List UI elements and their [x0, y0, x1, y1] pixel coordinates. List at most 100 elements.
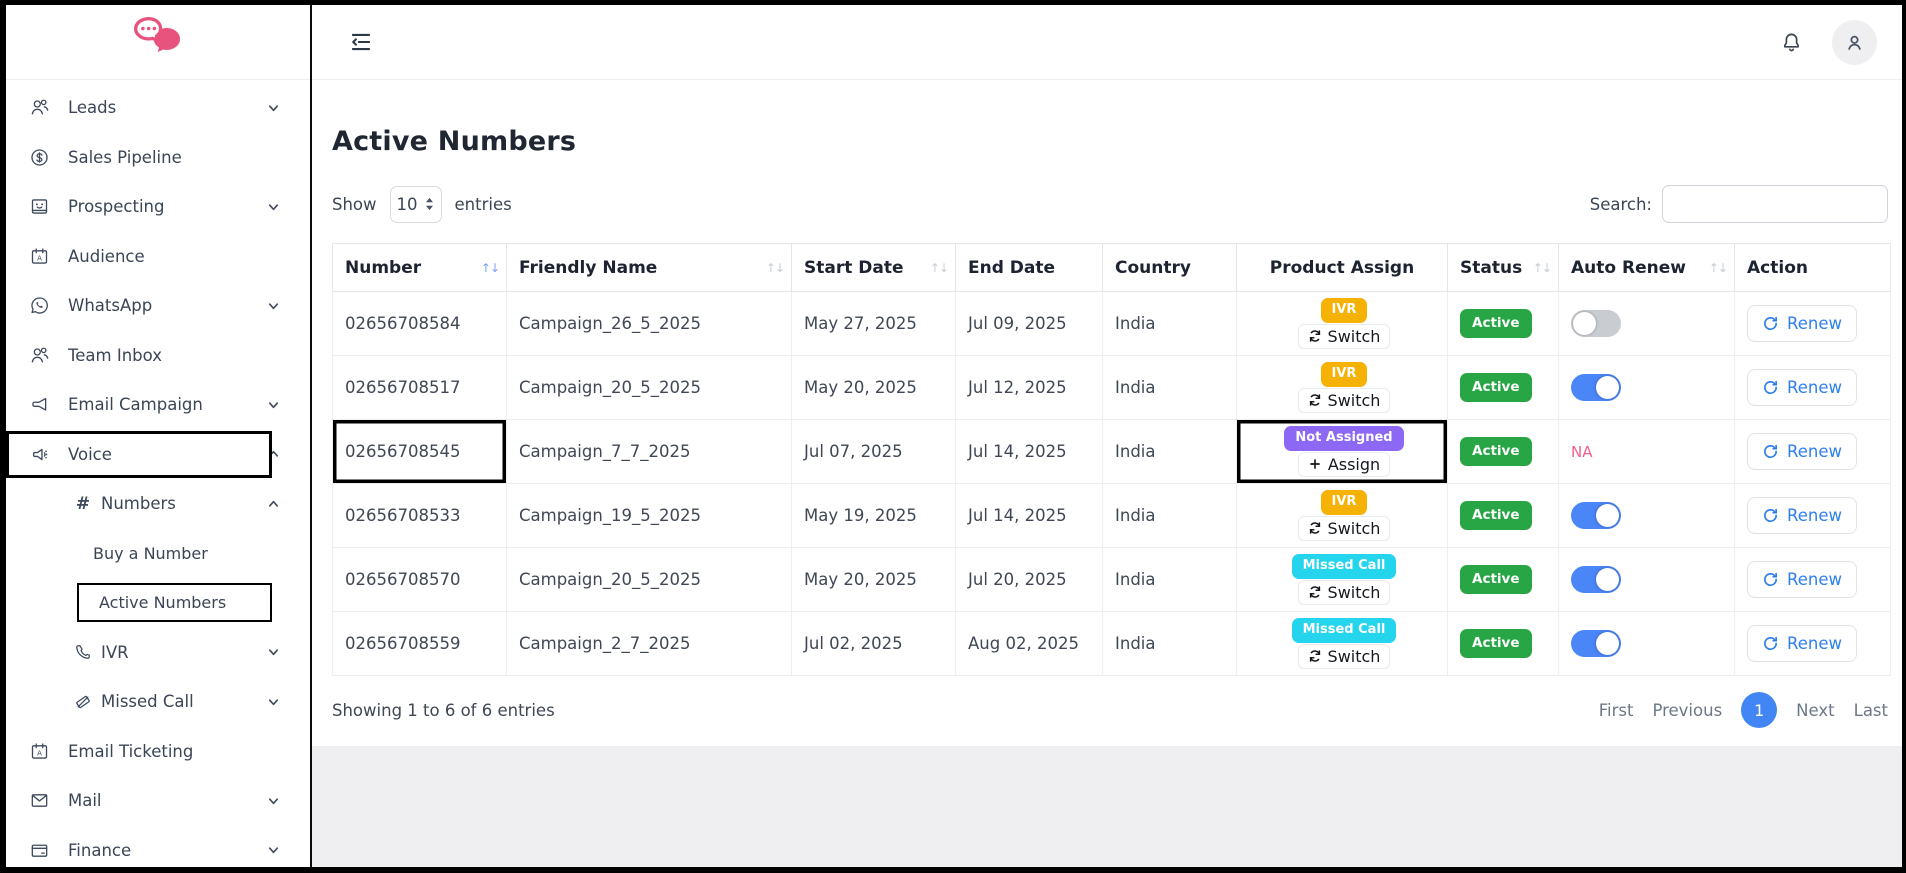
product-badge: Missed Call: [1291, 618, 1397, 643]
pagination-page-1[interactable]: 1: [1741, 692, 1778, 728]
sidebar-item-active-numbers[interactable]: Active Numbers: [6, 578, 310, 628]
sidebar-item-label: Email Ticketing: [68, 741, 194, 761]
switch-button[interactable]: Switch: [1297, 323, 1391, 349]
chevron-up-icon: [267, 497, 280, 510]
renew-icon: [1762, 571, 1779, 588]
sidebar-item-whatsapp[interactable]: WhatsApp: [6, 281, 310, 331]
page-size-select[interactable]: 10: [389, 185, 442, 223]
switch-button[interactable]: Switch: [1297, 515, 1391, 541]
plus-icon: [1308, 457, 1322, 471]
sidebar-item-numbers[interactable]: # Numbers: [6, 479, 310, 529]
refresh-icon: [1308, 585, 1322, 599]
user-avatar[interactable]: [1832, 19, 1877, 65]
svg-text:A: A: [37, 749, 42, 757]
cell-status: Active: [1447, 611, 1559, 676]
renew-button[interactable]: Renew: [1747, 433, 1857, 470]
column-header-label: Auto Renew: [1571, 257, 1686, 278]
column-header-status[interactable]: Status ↑↓: [1447, 243, 1559, 292]
toggle-knob: [1596, 568, 1619, 591]
auto-renew-toggle[interactable]: [1571, 630, 1621, 657]
pagination-next[interactable]: Next: [1796, 701, 1834, 720]
renew-button[interactable]: Renew: [1747, 625, 1857, 662]
column-header-number[interactable]: Number ↑↓: [332, 243, 507, 292]
renew-button[interactable]: Renew: [1747, 561, 1857, 598]
status-badge: Active: [1460, 373, 1532, 402]
sidebar-item-mail[interactable]: Mail: [6, 776, 310, 826]
friendly-name-value: Campaign_7_7_2025: [519, 442, 691, 461]
sidebar-item-sales-pipeline[interactable]: Sales Pipeline: [6, 133, 310, 183]
product-badge: IVR: [1320, 298, 1368, 323]
column-header-friendly-name[interactable]: Friendly Name ↑↓: [506, 243, 792, 292]
toggle-knob: [1596, 632, 1619, 655]
sidebar-item-label: Email Campaign: [68, 395, 203, 415]
switch-button[interactable]: Switch: [1297, 579, 1391, 605]
chevron-down-icon: [267, 398, 280, 411]
cell-country: India: [1102, 547, 1237, 612]
column-header-auto-renew[interactable]: Auto Renew ↑↓: [1558, 243, 1735, 292]
renew-button[interactable]: Renew: [1747, 305, 1857, 342]
sidebar-item-label: Sales Pipeline: [68, 147, 182, 167]
end-date-value: Jul 20, 2025: [968, 570, 1067, 589]
select-arrows-icon: [425, 197, 433, 211]
column-header-label: End Date: [968, 257, 1056, 278]
sidebar-item-leads[interactable]: Leads: [6, 83, 310, 133]
pagination-last[interactable]: Last: [1854, 701, 1888, 720]
svg-text:A: A: [37, 254, 42, 262]
column-header-label: Country: [1115, 257, 1191, 278]
calendar-icon: A: [28, 245, 50, 267]
megaphone-icon: [28, 394, 50, 416]
sidebar-item-finance[interactable]: Finance: [6, 826, 310, 868]
sidebar-item-voice[interactable]: Voice: [6, 430, 310, 480]
cell-product-assign: Not Assigned Assign: [1236, 419, 1448, 484]
pagination-first[interactable]: First: [1599, 701, 1634, 720]
sidebar: Leads Sales Pipeline Prospecting A Audience W…: [6, 5, 312, 867]
auto-renew-toggle[interactable]: [1571, 566, 1621, 593]
switch-button[interactable]: Switch: [1297, 643, 1391, 669]
sidebar-item-ivr[interactable]: IVR: [6, 628, 310, 678]
cell-number: 02656708559: [332, 611, 507, 676]
column-header-product-assign: Product Assign: [1236, 243, 1448, 292]
assign-button[interactable]: Assign: [1297, 451, 1391, 477]
sidebar-item-label: IVR: [101, 642, 129, 662]
cell-action: Renew: [1734, 611, 1891, 676]
sidebar-item-team-inbox[interactable]: Team Inbox: [6, 331, 310, 381]
person-icon: [1848, 35, 1861, 50]
sidebar-item-email-ticketing[interactable]: A Email Ticketing: [6, 727, 310, 777]
cell-start-date: Jul 07, 2025: [791, 419, 956, 484]
cell-number: 02656708584: [332, 291, 507, 356]
wallet-icon: [28, 839, 50, 861]
toggle-knob: [1596, 376, 1619, 399]
notifications-bell-icon[interactable]: [1779, 30, 1804, 55]
sidebar-item-label: Numbers: [101, 494, 176, 514]
chevron-down-icon: [267, 794, 280, 807]
show-label: Show: [332, 194, 377, 214]
column-header-label: Product Assign: [1269, 257, 1415, 278]
sidebar-item-label: Missed Call: [101, 692, 194, 712]
product-action-label: Switch: [1327, 646, 1381, 666]
table-row: 02656708533 Campaign_19_5_2025 May 19, 202…: [332, 483, 1891, 548]
auto-renew-toggle[interactable]: [1571, 502, 1621, 529]
sidebar-item-missed-call[interactable]: Missed Call: [6, 677, 310, 727]
chevron-up-icon: [267, 448, 280, 461]
sidebar-item-buy-a-number[interactable]: Buy a Number: [6, 529, 310, 579]
sidebar-item-label: WhatsApp: [68, 296, 153, 316]
users-icon: [28, 97, 50, 119]
renew-button[interactable]: Renew: [1747, 497, 1857, 534]
cell-number: 02656708517: [332, 355, 507, 420]
pagination-previous[interactable]: Previous: [1652, 701, 1722, 720]
sidebar-item-audience[interactable]: A Audience: [6, 232, 310, 282]
switch-button[interactable]: Switch: [1297, 387, 1391, 413]
column-header-start-date[interactable]: Start Date ↑↓: [791, 243, 956, 292]
cell-friendly-name: Campaign_20_5_2025: [506, 355, 792, 420]
auto-renew-toggle[interactable]: [1571, 310, 1621, 337]
chevron-down-icon: [267, 844, 280, 857]
hash-icon: #: [75, 493, 91, 514]
auto-renew-toggle[interactable]: [1571, 374, 1621, 401]
calendar-icon: A: [28, 740, 50, 762]
renew-button[interactable]: Renew: [1747, 369, 1857, 406]
search-input[interactable]: [1662, 185, 1888, 223]
sidebar-item-email-campaign[interactable]: Email Campaign: [6, 380, 310, 430]
sidebar-collapse-icon[interactable]: [345, 26, 377, 58]
toggle-knob: [1573, 312, 1596, 335]
sidebar-item-prospecting[interactable]: Prospecting: [6, 182, 310, 232]
